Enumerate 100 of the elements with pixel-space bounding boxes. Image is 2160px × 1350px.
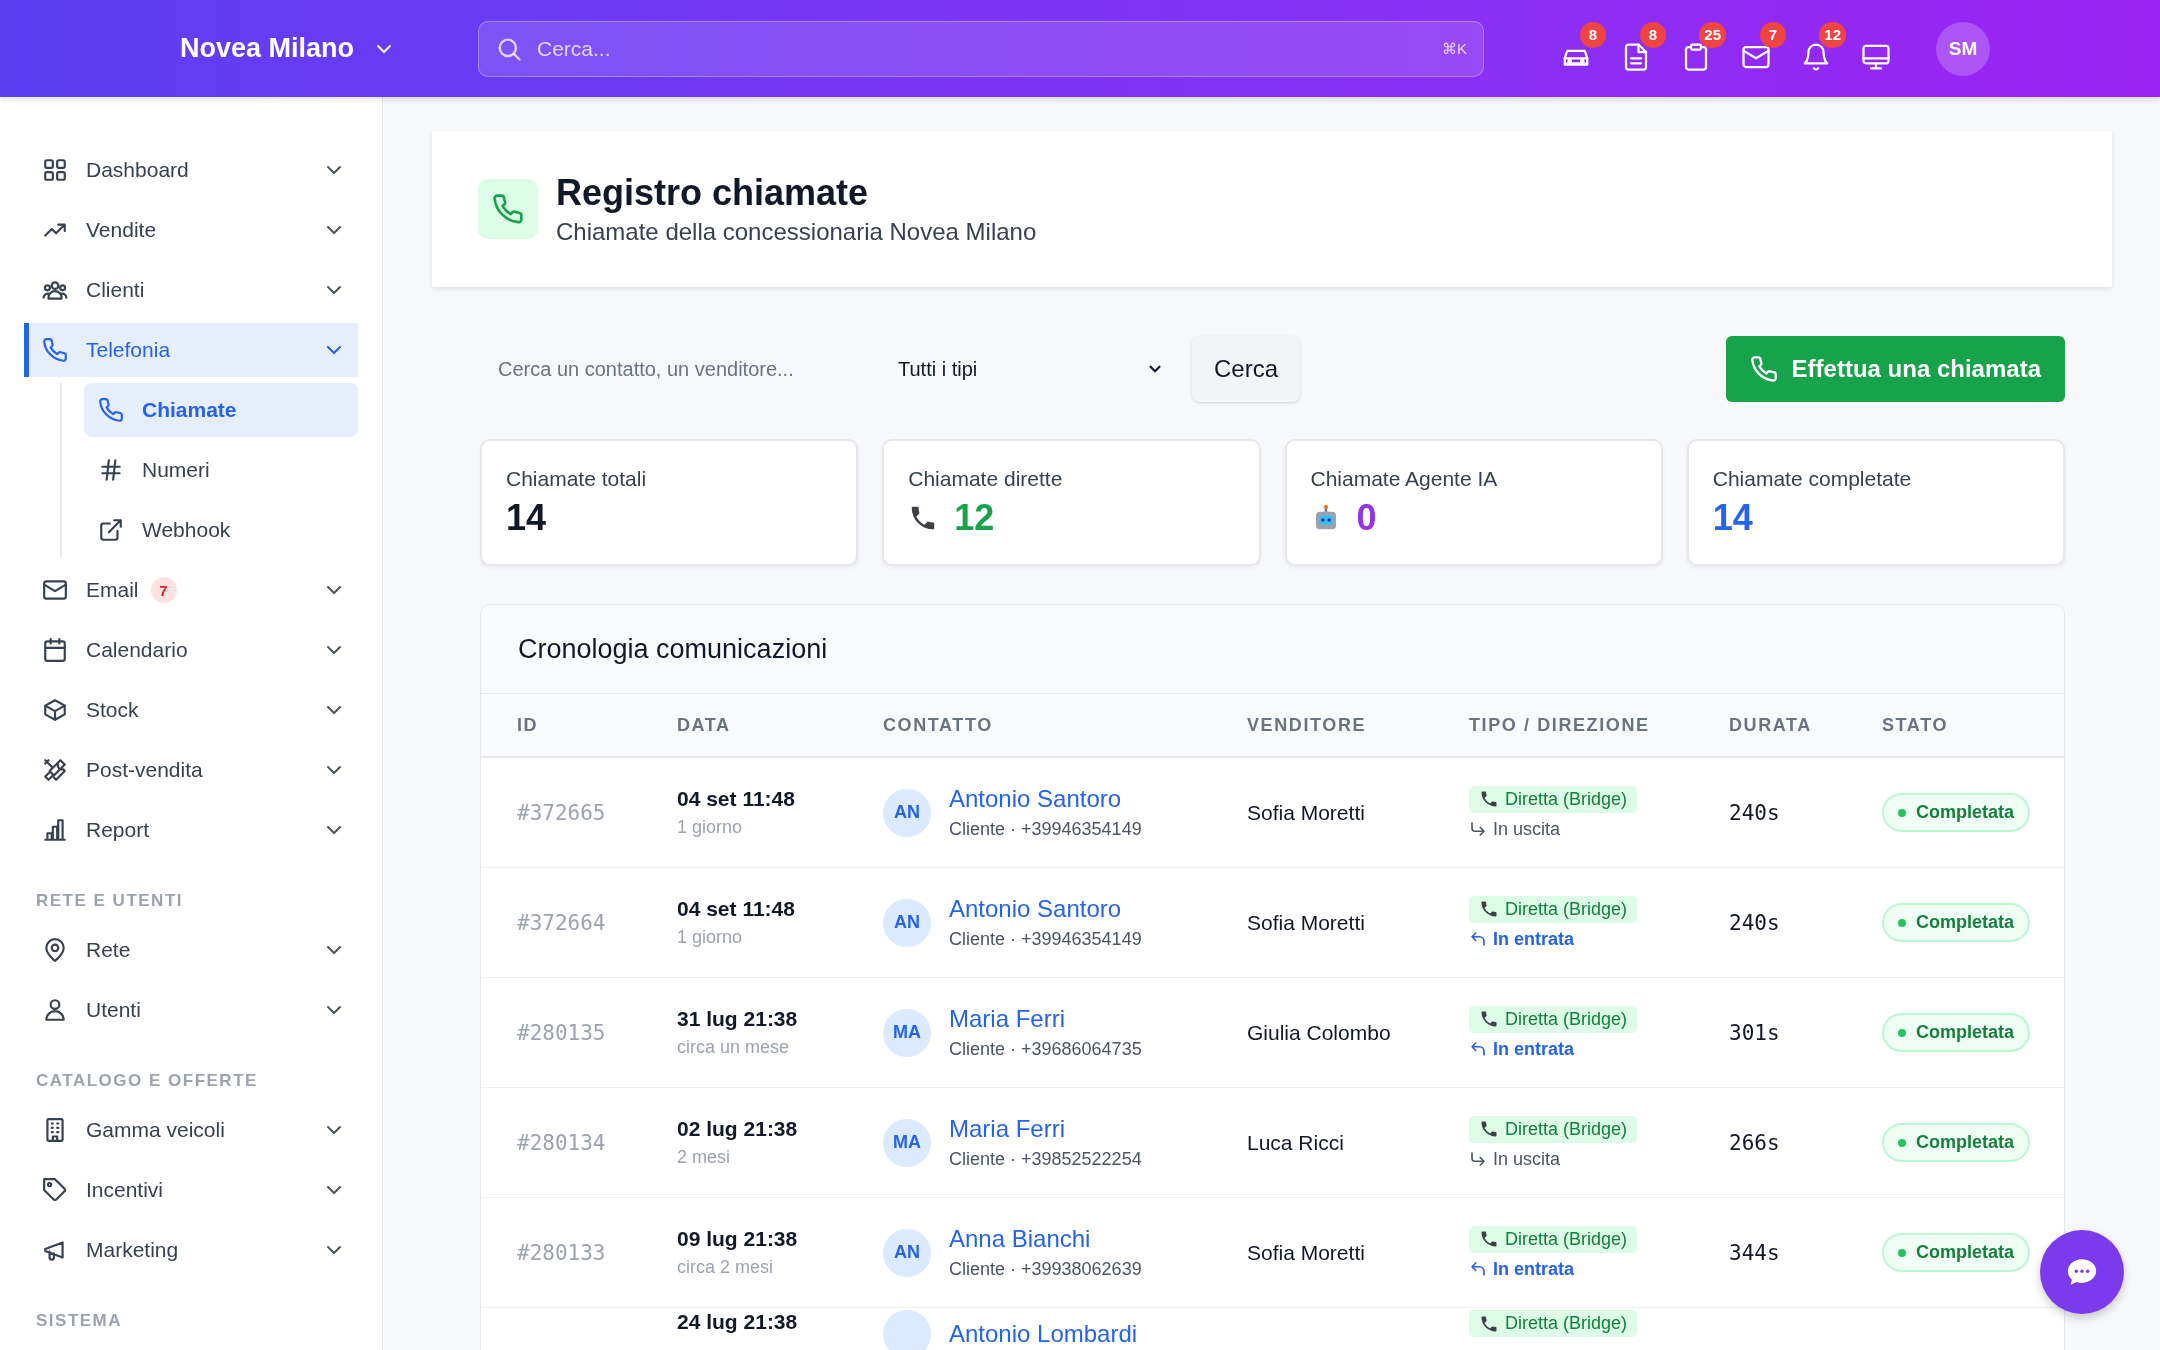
status-badge: Completata xyxy=(1882,1013,2030,1052)
shortcut-hint: ⌘K xyxy=(1442,39,1467,58)
count-badge: 8 xyxy=(1640,21,1666,48)
chat-button[interactable] xyxy=(2040,1230,2124,1314)
notification-button[interactable]: 7 xyxy=(1738,21,1786,82)
stat-label: Chiamate completate xyxy=(1712,467,1913,491)
status-badge: Completata xyxy=(1882,793,2030,832)
status-badge: Completata xyxy=(1882,1123,2030,1162)
phone-icon xyxy=(98,397,124,423)
status-badge: Completata xyxy=(1882,903,2030,942)
return-arrow-icon xyxy=(1469,1260,1487,1278)
column-header: CONTATTO xyxy=(883,714,994,736)
box-icon xyxy=(42,697,68,723)
search-button[interactable]: Cerca xyxy=(1192,336,1301,402)
notification-button[interactable]: 12 xyxy=(1798,21,1846,82)
type-badge: Diretta (Bridge) xyxy=(1469,895,1638,923)
nav-item[interactable]: Vendite xyxy=(24,203,358,257)
contact-link[interactable]: Antonio Santoro xyxy=(949,895,1122,923)
notification-button[interactable]: 25 xyxy=(1678,21,1726,82)
phone-icon xyxy=(1479,1119,1499,1139)
column-header: STATO xyxy=(1882,714,1949,736)
contact-link[interactable]: Antonio Santoro xyxy=(949,785,1122,813)
direction-label: In entrata xyxy=(1469,1258,1575,1280)
call-date: 04 set 11:48 xyxy=(677,787,795,811)
call-date: 04 set 11:48 xyxy=(677,897,795,921)
column-header: TIPO / DIREZIONE xyxy=(1469,714,1651,736)
nav-item[interactable]: Gamma veicoli xyxy=(24,1103,358,1157)
direction-label: In uscita xyxy=(1469,1148,1561,1170)
seller-name: Sofia Moretti xyxy=(1247,800,1366,825)
relative-time: circa 2 mesi xyxy=(677,1257,774,1278)
notification-button[interactable]: 8 xyxy=(1618,21,1666,82)
call-id: #280135 xyxy=(517,1020,607,1045)
count-badge: 8 xyxy=(1580,21,1606,48)
relative-time: 1 giorno xyxy=(677,817,743,838)
section-heading: RETE E UTENTI xyxy=(36,891,184,911)
seller-name: Sofia Moretti xyxy=(1247,1240,1366,1265)
calendar-icon xyxy=(42,637,68,663)
grid-icon xyxy=(42,157,68,183)
forward-arrow-icon xyxy=(1469,1150,1487,1168)
count-badge: 12 xyxy=(1819,21,1846,48)
relative-time: 2 mesi xyxy=(677,1147,730,1168)
contact-detail: Cliente · +39946354149 xyxy=(949,929,1142,950)
brand-name[interactable]: Novea Milano xyxy=(180,33,355,64)
direction-label: In uscita xyxy=(1469,818,1561,840)
nav-item[interactable]: Incentivi xyxy=(24,1163,358,1217)
call-id: #372664 xyxy=(517,910,607,935)
nav-subitem[interactable]: Webhook xyxy=(84,503,358,557)
call-duration: 240s xyxy=(1729,910,1781,935)
contact-detail: Cliente · +39946354149 xyxy=(949,819,1142,840)
user-avatar[interactable]: SM xyxy=(1936,21,1990,76)
table-title: Cronologia comunicazioni xyxy=(481,605,2064,694)
nav-item[interactable]: Rete xyxy=(24,923,358,977)
monitor-icon xyxy=(1861,42,1891,72)
nav-subitem[interactable]: Numeri xyxy=(84,443,358,497)
nav-item[interactable]: Email 7 xyxy=(24,563,358,617)
seller-name: Luca Ricci xyxy=(1247,1130,1345,1155)
call-duration: 344s xyxy=(1729,1240,1781,1265)
relative-time: circa un mese xyxy=(677,1037,790,1058)
phone-icon xyxy=(1479,899,1499,919)
map-pin-icon xyxy=(42,937,68,963)
column-header: VENDITORE xyxy=(1247,714,1368,736)
contact-avatar: AN xyxy=(883,1228,931,1277)
status-badge: Completata xyxy=(1882,1233,2030,1272)
section-heading: CATALOGO E OFFERTE xyxy=(36,1071,259,1091)
count-badge: 25 xyxy=(1699,21,1726,48)
call-date: 09 lug 21:38 xyxy=(677,1227,798,1251)
contact-link[interactable]: Maria Ferri xyxy=(949,1005,1065,1033)
nav-subitem[interactable]: Chiamate xyxy=(84,383,358,437)
type-badge: Diretta (Bridge) xyxy=(1469,1225,1638,1253)
nav-item[interactable]: Post-vendita xyxy=(24,743,358,797)
contact-link[interactable]: Antonio Lombardi xyxy=(949,1320,1138,1348)
type-badge: Diretta (Bridge) xyxy=(1469,785,1638,813)
search-field[interactable]: Cerca un contatto, un venditore... xyxy=(480,339,870,399)
stat-value: 14 xyxy=(1712,497,1753,539)
nav-item[interactable]: Report xyxy=(24,803,358,857)
forward-arrow-icon xyxy=(1469,820,1487,838)
contact-detail: Cliente · +39938062639 xyxy=(949,1259,1142,1280)
bell-icon xyxy=(1801,42,1831,72)
phone-icon xyxy=(1479,1009,1499,1029)
phone-icon xyxy=(1479,1229,1499,1249)
contact-link[interactable]: Maria Ferri xyxy=(949,1115,1065,1143)
phone-icon xyxy=(1479,789,1499,809)
type-badge: Diretta (Bridge) xyxy=(1469,1310,1638,1337)
nav-item[interactable]: Dashboard xyxy=(24,143,358,197)
nav-item[interactable]: Calendario xyxy=(24,623,358,677)
type-dropdown[interactable]: Tutti i tipi xyxy=(886,339,1176,399)
count-badge: 7 xyxy=(150,577,177,603)
nav-item[interactable]: Telefonia xyxy=(24,323,358,377)
seller-name: Sofia Moretti xyxy=(1247,910,1366,935)
contact-link[interactable]: Anna Bianchi xyxy=(949,1225,1091,1253)
mail-icon xyxy=(42,577,68,603)
nav-item[interactable]: Stock xyxy=(24,683,358,737)
call-duration: 266s xyxy=(1729,1130,1781,1155)
notification-button[interactable]: 8 xyxy=(1558,21,1606,82)
nav-item[interactable]: Utenti xyxy=(24,983,358,1037)
count-badge: 7 xyxy=(1760,21,1786,48)
contact-detail: Cliente · +39686064735 xyxy=(949,1039,1142,1060)
user-icon xyxy=(42,997,68,1023)
nav-item[interactable]: Clienti xyxy=(24,263,358,317)
nav-item[interactable]: Marketing xyxy=(24,1223,358,1277)
